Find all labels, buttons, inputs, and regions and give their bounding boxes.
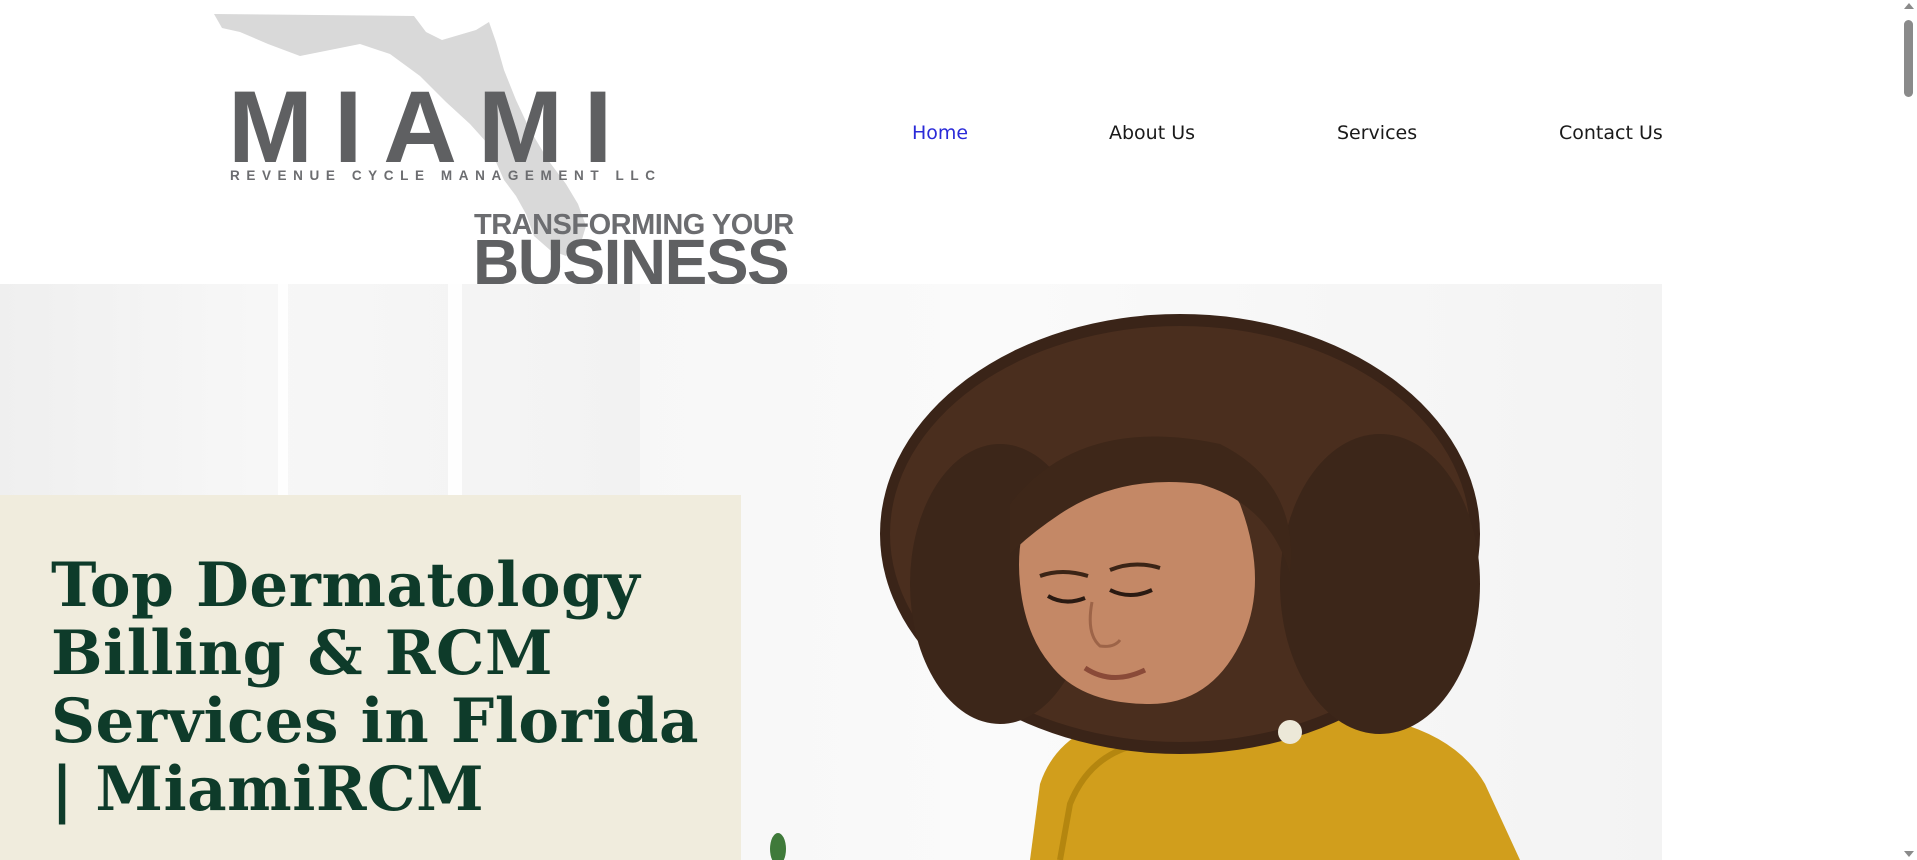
scrollbar-thumb[interactable] <box>1904 20 1913 97</box>
page-scrollbar[interactable] <box>1900 0 1917 860</box>
logo-subtitle: REVENUE CYCLE MANAGEMENT LLC <box>230 168 662 183</box>
chevron-down-icon[interactable] <box>1904 851 1914 857</box>
nav-home[interactable]: Home <box>912 122 968 144</box>
nav-services[interactable]: Services <box>1337 122 1417 144</box>
hero-title: Top Dermatology Billing & RCM Services i… <box>51 550 700 825</box>
nav-about-us[interactable]: About Us <box>1109 122 1195 144</box>
nav-contact-us[interactable]: Contact Us <box>1559 122 1663 144</box>
main-nav: Home About Us Services Contact Us <box>0 122 1917 152</box>
page: MIAMI REVENUE CYCLE MANAGEMENT LLC TRANS… <box>0 0 1917 860</box>
chevron-up-icon[interactable] <box>1904 3 1914 9</box>
